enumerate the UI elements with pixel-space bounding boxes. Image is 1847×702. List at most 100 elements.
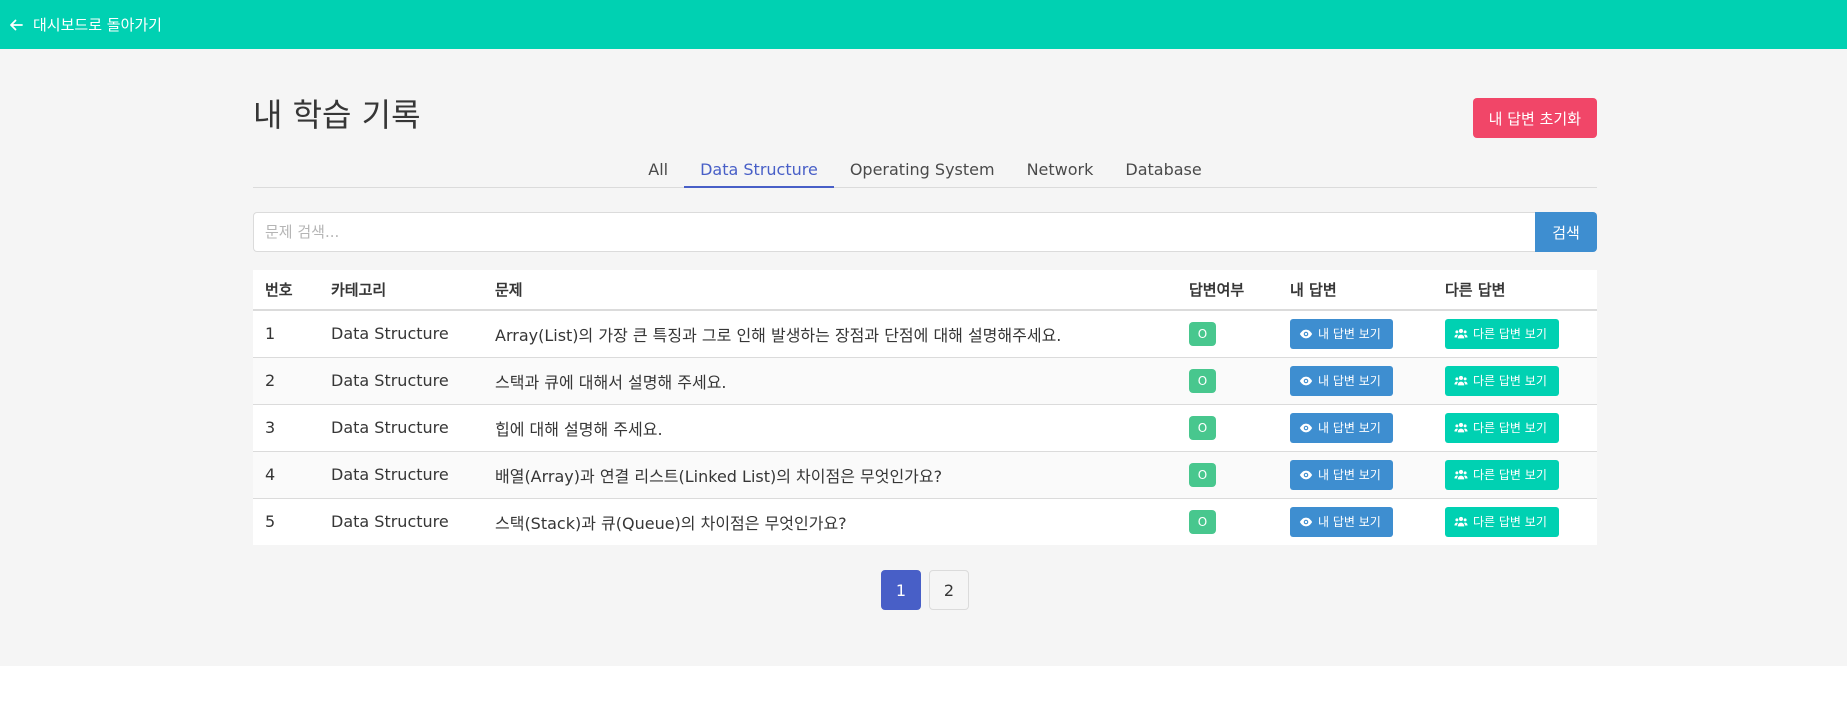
answered-badge: O (1189, 321, 1216, 346)
answered-badge: O (1189, 509, 1216, 534)
view-other-answers-label: 다른 답변 보기 (1473, 421, 1547, 435)
search-bar: 검색 (253, 212, 1597, 252)
row-answered-cell: O (1177, 498, 1278, 545)
view-other-answers-label: 다른 답변 보기 (1473, 374, 1547, 388)
row-other-answers-cell: 다른 답변 보기 (1433, 310, 1597, 358)
header-number: 번호 (253, 270, 319, 311)
view-other-answers-label: 다른 답변 보기 (1473, 515, 1547, 530)
row-my-answer-cell: 내 답변 보기 (1278, 310, 1433, 358)
view-other-answers-label: 다른 답변 보기 (1473, 327, 1547, 342)
table-row: 2 Data Structure 스택과 큐에 대해서 설명해 주세요. O 내 답변 … (253, 357, 1597, 405)
row-number: 5 (265, 512, 276, 532)
view-my-answer-label: 내 답변 보기 (1318, 421, 1381, 435)
view-other-answers-button[interactable]: 다른 답변 보기 (1445, 365, 1559, 396)
row-question: 스택과 큐에 대해서 설명해 주세요. (483, 357, 1177, 405)
back-to-dashboard-link[interactable]: 대시보드로 돌아가기 (8, 14, 162, 35)
row-number: 2 (253, 357, 319, 405)
view-my-answer-button[interactable]: 내 답변 보기 (1290, 459, 1393, 490)
row-other-answers-cell: 다른 답변 보기 (1433, 357, 1597, 405)
header-my-answer: 내 답변 (1278, 270, 1433, 311)
tab-all[interactable]: All (632, 153, 684, 187)
row-other-answers-cell: 다른 답변 보기 (1433, 451, 1597, 499)
row-question: 배열(Array)과 연결 리스트(Linked List)의 차이점은 무엇인… (483, 451, 1177, 499)
table-header-row: 번호 카테고리 문제 답변여부 내 답변 다른 답변 (253, 270, 1597, 311)
tab-network[interactable]: Network (1011, 153, 1110, 187)
tab-database[interactable]: Database (1109, 153, 1217, 187)
users-icon (1454, 516, 1468, 527)
row-my-answer-cell: 내 답변 보기 (1278, 451, 1433, 499)
row-question: 스택(Stack)과 큐(Queue)의 차이점은 무엇인가요? (495, 513, 847, 533)
view-my-answer-label: 내 답변 보기 (1318, 468, 1381, 482)
table-row: 4 Data Structure 배열(Array)과 연결 리스트(Linked … (253, 451, 1597, 499)
view-other-answers-button[interactable]: 다른 답변 보기 (1445, 318, 1559, 349)
pagination: 12 (253, 570, 1597, 610)
content-container: 내 학습 기록 내 답변 초기화 All Data Structure Operat… (253, 49, 1597, 610)
category-tabs: All Data Structure Operating System Network… (253, 153, 1597, 188)
row-category: Data Structure (319, 404, 483, 452)
view-my-answer-label: 내 답변 보기 (1318, 515, 1381, 530)
answered-badge: O (1189, 415, 1216, 440)
tab-data-structure[interactable]: Data Structure (684, 153, 834, 188)
page-button-2[interactable]: 2 (929, 570, 969, 610)
study-records-table: 번호 카테고리 문제 답변여부 내 답변 다른 답변 1 Data Structu… (253, 270, 1597, 545)
eye-icon (1299, 517, 1313, 527)
users-icon (1454, 469, 1468, 479)
row-category: Data Structure (319, 357, 483, 405)
title-row: 내 학습 기록 내 답변 초기화 (253, 96, 1597, 139)
users-icon (1454, 375, 1468, 385)
row-number: 3 (253, 404, 319, 452)
view-other-answers-button[interactable]: 다른 답변 보기 (1445, 412, 1559, 443)
view-other-answers-button[interactable]: 다른 답변 보기 (1445, 459, 1559, 490)
row-number: 1 (253, 310, 319, 358)
header-other-answers: 다른 답변 (1433, 270, 1597, 311)
table-row: 5 Data Structure 스택(Stack)과 큐(Queue)의 차이점은… (253, 498, 1597, 545)
row-answered-cell: O (1177, 451, 1278, 499)
answered-badge: O (1189, 462, 1216, 487)
row-question: Array(List)의 가장 큰 특징과 그로 인해 발생하는 장점과 단점에… (483, 310, 1177, 358)
view-other-answers-label: 다른 답변 보기 (1473, 468, 1547, 482)
eye-icon (1299, 470, 1313, 479)
view-my-answer-button[interactable]: 내 답변 보기 (1290, 318, 1393, 349)
row-number: 4 (253, 451, 319, 499)
search-input[interactable] (253, 212, 1535, 252)
users-icon (1454, 422, 1468, 432)
header-answered: 답변여부 (1177, 270, 1278, 311)
eye-icon (1299, 329, 1313, 339)
row-answered-cell: O (1177, 404, 1278, 452)
header-category: 카테고리 (319, 270, 483, 311)
row-answered-cell: O (1177, 357, 1278, 405)
row-answered-cell: O (1177, 310, 1278, 358)
search-button[interactable]: 검색 (1535, 212, 1597, 252)
page-button-1[interactable]: 1 (881, 570, 921, 610)
row-category: Data Structure (319, 451, 483, 499)
users-icon (1454, 328, 1468, 339)
view-my-answer-label: 내 답변 보기 (1318, 374, 1381, 388)
main-content: 내 학습 기록 내 답변 초기화 All Data Structure Operat… (0, 49, 1847, 666)
arrow-left-icon (10, 19, 23, 30)
view-my-answer-button[interactable]: 내 답변 보기 (1290, 412, 1393, 443)
row-other-answers-cell: 다른 답변 보기 (1433, 498, 1597, 545)
row-my-answer-cell: 내 답변 보기 (1278, 357, 1433, 405)
tab-operating-system[interactable]: Operating System (834, 153, 1011, 187)
row-question: 힙에 대해 설명해 주세요. (483, 404, 1177, 452)
view-other-answers-button[interactable]: 다른 답변 보기 (1445, 506, 1559, 537)
page-title: 내 학습 기록 (253, 96, 421, 134)
eye-icon (1299, 423, 1313, 432)
row-category: Data Structure (319, 310, 483, 358)
answered-badge: O (1189, 368, 1216, 393)
header-question: 문제 (483, 270, 1177, 311)
table-body: 1 Data Structure Array(List)의 가장 큰 특징과 그로 … (253, 310, 1597, 545)
back-link-label: 대시보드로 돌아가기 (33, 16, 162, 34)
table-row: 3 Data Structure 힙에 대해 설명해 주세요. O 내 답변 보기 다른 … (253, 404, 1597, 452)
view-my-answer-button[interactable]: 내 답변 보기 (1290, 365, 1393, 396)
row-my-answer-cell: 내 답변 보기 (1278, 498, 1433, 545)
view-my-answer-label: 내 답변 보기 (1318, 327, 1381, 342)
row-category: Data Structure (331, 512, 449, 532)
eye-icon (1299, 376, 1313, 385)
row-my-answer-cell: 내 답변 보기 (1278, 404, 1433, 452)
top-navbar: 대시보드로 돌아가기 (0, 0, 1847, 49)
reset-answers-button[interactable]: 내 답변 초기화 (1472, 98, 1597, 138)
row-other-answers-cell: 다른 답변 보기 (1433, 404, 1597, 452)
view-my-answer-button[interactable]: 내 답변 보기 (1290, 506, 1393, 537)
table-row: 1 Data Structure Array(List)의 가장 큰 특징과 그로 … (253, 310, 1597, 358)
